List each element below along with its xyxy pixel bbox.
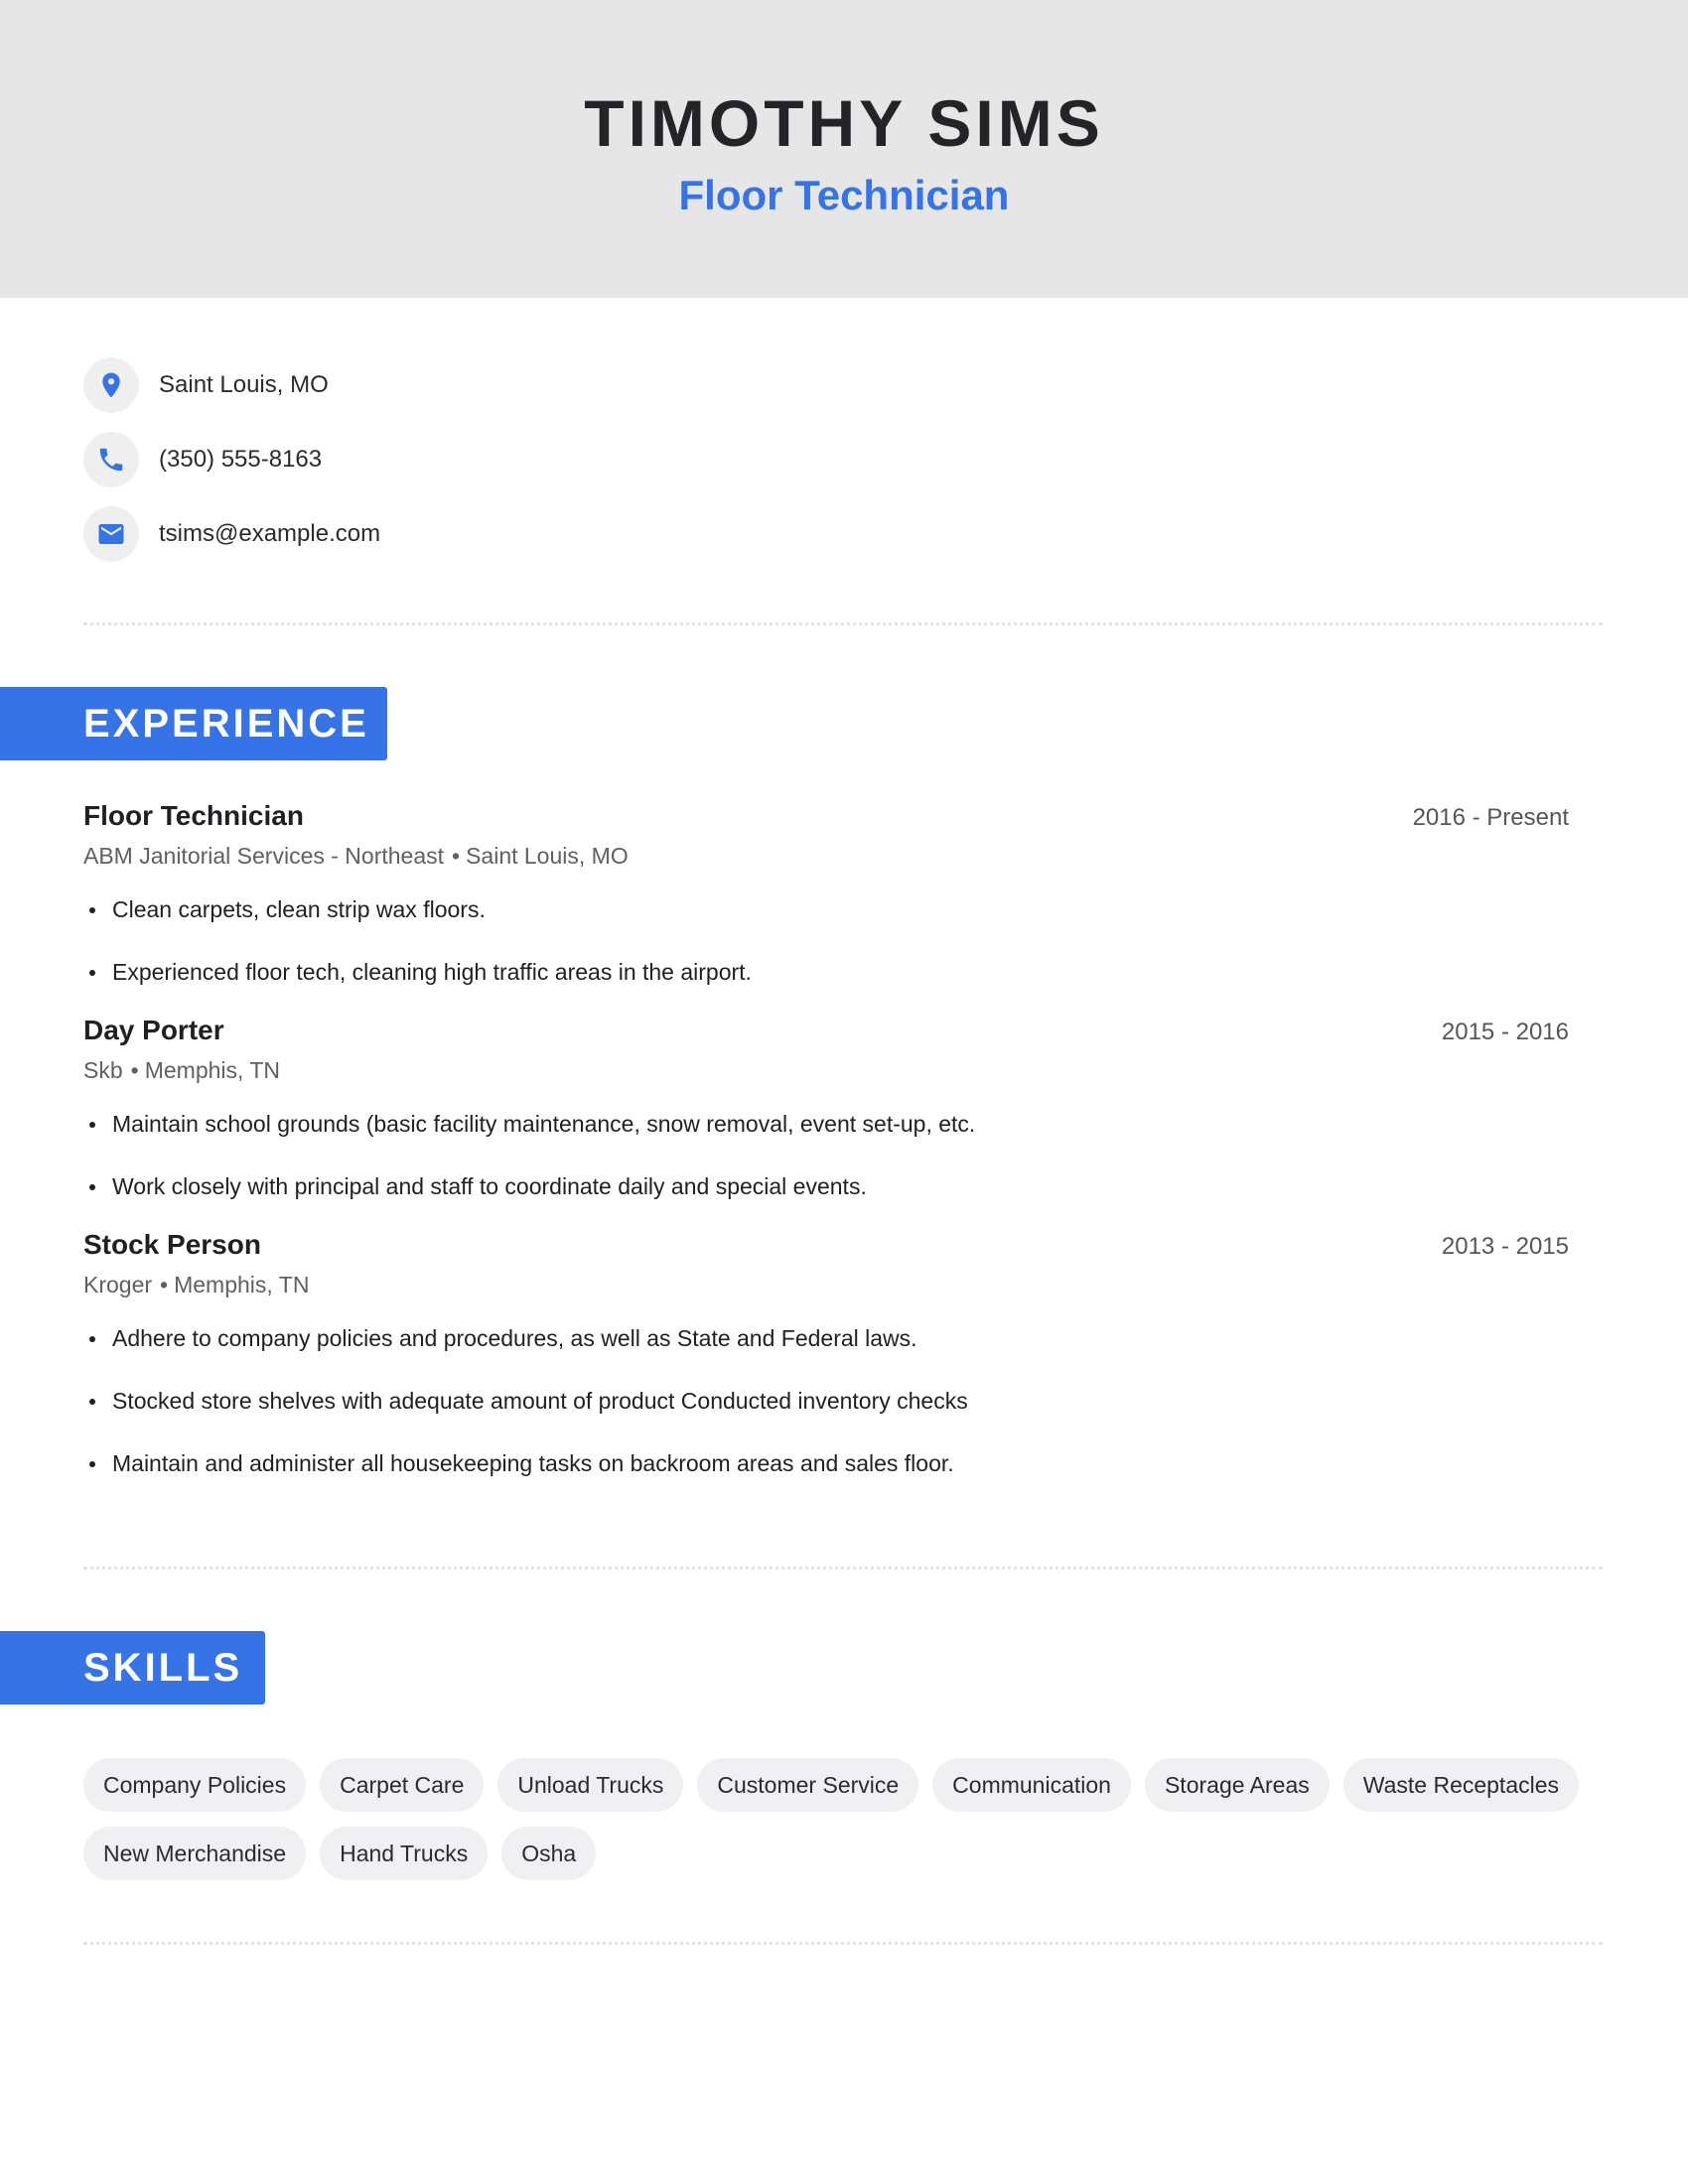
job-company: Skb — [83, 1057, 123, 1083]
skills-list: Company Policies Carpet Care Unload Truc… — [83, 1758, 1672, 1895]
contact-list: Saint Louis, MO (350) 555-8163 tsims@exa… — [83, 357, 380, 581]
skill-chip: Company Policies — [83, 1758, 307, 1812]
candidate-name: TIMOTHY SIMS — [584, 86, 1104, 160]
job-location: Memphis, TN — [144, 1057, 281, 1083]
job-entry: Day Porter 2015 - 2016 Skb • Memphis, TN M… — [83, 1011, 1569, 1233]
skill-chip: Unload Trucks — [497, 1758, 684, 1812]
candidate-title: Floor Technician — [678, 172, 1010, 218]
experience-heading-bar: EXPERIENCE — [0, 687, 387, 760]
contact-phone-text[interactable]: (350) 555-8163 — [159, 446, 322, 474]
meta-separator: • — [160, 1272, 169, 1297]
section-divider — [83, 1942, 1603, 1945]
contact-location: Saint Louis, MO — [83, 357, 380, 413]
bullet-item: Maintain and administer all housekeeping… — [83, 1447, 1569, 1479]
phone-icon — [83, 432, 139, 487]
job-meta: Kroger • Memphis, TN — [83, 1267, 1569, 1302]
location-pin-icon — [83, 357, 139, 413]
bullet-item: Clean carpets, clean strip wax floors. — [83, 893, 1569, 925]
bullet-item: Maintain school grounds (basic facility … — [83, 1108, 1569, 1140]
skill-chip: New Merchandise — [83, 1827, 307, 1880]
job-location: Saint Louis, MO — [466, 843, 629, 869]
section-divider — [83, 1567, 1603, 1570]
job-bullets: Adhere to company policies and procedure… — [83, 1322, 1569, 1479]
job-meta: ABM Janitorial Services - Northeast • Sain… — [83, 838, 1569, 874]
email-icon — [83, 506, 139, 562]
job-title: Floor Technician — [83, 800, 304, 831]
contact-phone: (350) 555-8163 — [83, 432, 380, 487]
job-location: Memphis, TN — [174, 1272, 310, 1297]
skill-chip: Hand Trucks — [320, 1827, 489, 1880]
skill-chip: Communication — [932, 1758, 1131, 1812]
experience-heading: EXPERIENCE — [83, 702, 369, 746]
job-dates: 2013 - 2015 — [1441, 1233, 1569, 1260]
section-divider — [83, 622, 1603, 625]
skills-heading: SKILLS — [83, 1646, 243, 1690]
resume-header: TIMOTHY SIMS Floor Technician — [0, 0, 1688, 298]
bullet-item: Stocked store shelves with adequate amou… — [83, 1385, 1569, 1417]
skill-chip: Waste Receptacles — [1342, 1758, 1580, 1812]
job-entry: Floor Technician 2016 - Present ABM Jani… — [83, 796, 1569, 1019]
contact-email: tsims@example.com — [83, 506, 380, 562]
skill-chip: Customer Service — [697, 1758, 919, 1812]
job-title: Stock Person — [83, 1229, 261, 1260]
job-bullets: Maintain school grounds (basic facility … — [83, 1108, 1569, 1202]
bullet-item: Work closely with principal and staff to… — [83, 1170, 1569, 1202]
bullet-item: Experienced floor tech, cleaning high tr… — [83, 956, 1569, 988]
job-title: Day Porter — [83, 1015, 224, 1045]
skill-chip: Carpet Care — [320, 1758, 485, 1812]
contact-location-text: Saint Louis, MO — [159, 371, 329, 398]
job-bullets: Clean carpets, clean strip wax floors. E… — [83, 893, 1569, 988]
skills-heading-bar: SKILLS — [0, 1631, 265, 1705]
skill-chip: Storage Areas — [1144, 1758, 1330, 1812]
skill-chip: Osha — [501, 1827, 597, 1880]
job-company: Kroger — [83, 1272, 153, 1297]
contact-email-text[interactable]: tsims@example.com — [159, 520, 380, 548]
job-meta: Skb • Memphis, TN — [83, 1052, 1569, 1088]
job-entry: Stock Person 2013 - 2015 Kroger • Memphis,… — [83, 1225, 1569, 1510]
job-dates: 2015 - 2016 — [1441, 1019, 1569, 1045]
job-dates: 2016 - Present — [1412, 804, 1569, 831]
bullet-item: Adhere to company policies and procedure… — [83, 1322, 1569, 1354]
meta-separator: • — [452, 843, 461, 869]
job-company: ABM Janitorial Services - Northeast — [83, 843, 445, 869]
meta-separator: • — [130, 1057, 139, 1083]
